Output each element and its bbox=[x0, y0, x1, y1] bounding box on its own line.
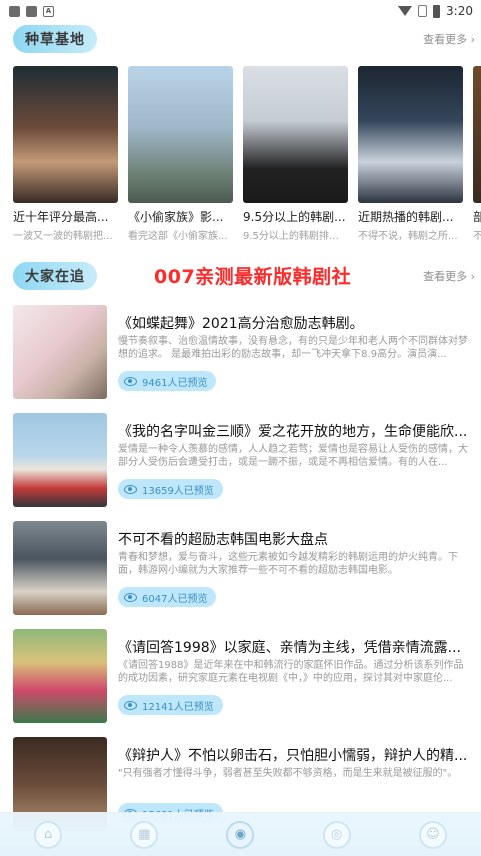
view-more-link[interactable]: 查看更多 › bbox=[423, 31, 475, 47]
item-title: 《辩护人》不怕以卵击石，只怕胆小懦弱，辩护人的精... bbox=[118, 748, 468, 764]
clock: 3:20 bbox=[446, 4, 473, 18]
item-title: 《我的名字叫金三顺》爱之花开放的地方，生命便能欣... bbox=[118, 424, 468, 440]
status-bar: A 3:20 bbox=[0, 0, 481, 22]
battery-icon bbox=[433, 4, 441, 18]
item-title: 不可不看的超励志韩国电影大盘点 bbox=[118, 532, 328, 548]
views-badge: 13659人已预览 bbox=[118, 479, 223, 499]
card-title: 近十年评分最高... bbox=[13, 210, 109, 224]
status-left: A bbox=[9, 5, 54, 17]
item-title: 《请回答1998》以家庭、亲情为主线，凭借亲情流露... bbox=[118, 640, 461, 656]
eye-icon bbox=[124, 484, 137, 494]
item-description: 慢节奏叙事、治愈温情故事，没有悬念，有的只是少年和老人两个不同群体对梦想的追求。… bbox=[118, 336, 468, 360]
list-item[interactable]: 不可不看的超励志韩国电影大盘点 青春和梦想，爱与奋斗，这些元素被如今越发精彩的韩… bbox=[13, 521, 475, 615]
views-count: 12141人已预览 bbox=[142, 701, 214, 713]
thumbnail-image bbox=[13, 629, 107, 723]
eye-icon bbox=[124, 376, 137, 386]
card-title: 部 bbox=[473, 208, 481, 225]
card[interactable]: 部 不 bbox=[473, 66, 481, 246]
thumbnail-image bbox=[13, 305, 107, 399]
section-title: 大家在追 bbox=[13, 262, 97, 290]
thumbnail-image bbox=[13, 521, 107, 615]
section-title: 种草基地 bbox=[13, 25, 97, 53]
poster-image bbox=[128, 66, 233, 203]
promo-banner-text: 007亲测最新版韩剧社 bbox=[154, 266, 352, 288]
views-count: 9461人已预览 bbox=[142, 377, 208, 389]
card-title: 9.5分以上的韩剧... bbox=[243, 210, 346, 224]
item-description: 青春和梦想，爱与奋斗，这些元素被如今越发精彩的韩剧运用的炉火纯青。下面，韩游网小… bbox=[118, 552, 458, 576]
notification-icon bbox=[26, 5, 37, 17]
card-subtitle: 不 bbox=[473, 227, 481, 242]
card-subtitle: 9.5分以上的韩剧排名... bbox=[243, 231, 348, 242]
list-item[interactable]: 《如蝶起舞》2021高分治愈励志韩剧。 慢节奏叙事、治愈温情故事，没有悬念，有的… bbox=[13, 305, 475, 399]
item-description: "只有强者才懂得斗争，弱者甚至失败都不够资格，而是生来就是被征服的"。 bbox=[118, 768, 458, 779]
card-title: 《小偷家族》影... bbox=[128, 210, 224, 224]
status-right: 3:20 bbox=[398, 4, 473, 18]
card[interactable]: 《小偷家族》影... 看完这部《小偷家族... bbox=[128, 66, 233, 246]
card-subtitle: 看完这部《小偷家族... bbox=[128, 231, 228, 242]
a-icon: A bbox=[43, 5, 54, 17]
views-badge: 9461人已预览 bbox=[118, 371, 217, 391]
item-description: 《请回答1988》是近年来在中和韩流行的家庭怀旧作品。通过分析该系列作品的成功因… bbox=[118, 660, 464, 684]
profile-icon[interactable]: ☺ bbox=[418, 820, 447, 849]
card[interactable]: 近十年评分最高... 一波又一波的韩剧把... bbox=[13, 66, 118, 246]
views-count: 6047人已预览 bbox=[142, 593, 208, 605]
card[interactable]: 9.5分以上的韩剧... 9.5分以上的韩剧排名... bbox=[243, 66, 348, 246]
list-item[interactable]: 《我的名字叫金三顺》爱之花开放的地方，生命便能欣... 爱情是一种令人羡慕的感情… bbox=[13, 413, 475, 507]
home-icon[interactable]: ⌂ bbox=[34, 820, 63, 849]
views-badge: 6047人已预览 bbox=[118, 587, 217, 607]
card-subtitle: 不得不说，韩剧之所... bbox=[358, 231, 458, 242]
card-subtitle: 一波又一波的韩剧把... bbox=[13, 231, 113, 242]
sim-icon bbox=[418, 5, 428, 17]
card[interactable]: 近期热播的韩剧... 不得不说，韩剧之所... bbox=[358, 66, 463, 246]
notification-icon bbox=[9, 5, 20, 17]
wifi-icon bbox=[398, 6, 413, 16]
thumbnail-image bbox=[13, 413, 107, 507]
card-title: 近期热播的韩剧... bbox=[358, 210, 454, 224]
list-item[interactable]: 《请回答1998》以家庭、亲情为主线，凭借亲情流露... 《请回答1988》是近… bbox=[13, 629, 475, 723]
category-icon[interactable]: ▦ bbox=[130, 820, 159, 849]
views-badge: 12141人已预览 bbox=[118, 695, 223, 715]
bottom-navigation: ⌂ ▦ ◉ ◎ ☺ bbox=[0, 812, 481, 856]
views-count: 13659人已预览 bbox=[142, 485, 214, 497]
section-header-grass: 种草基地 查看更多 › bbox=[13, 24, 475, 54]
poster-image bbox=[473, 66, 481, 203]
location-icon[interactable]: ◎ bbox=[322, 820, 351, 849]
poster-image bbox=[243, 66, 348, 203]
discover-icon[interactable]: ◉ bbox=[226, 820, 255, 849]
item-description: 爱情是一种令人羡慕的感情，人人趋之若骛；爱情也是容易让人受伤的感情，大部分人受伤… bbox=[118, 444, 468, 468]
recommend-carousel[interactable]: 近十年评分最高... 一波又一波的韩剧把... 《小偷家族》影... 看完这部《… bbox=[13, 66, 481, 246]
eye-icon bbox=[124, 592, 137, 602]
eye-icon bbox=[124, 700, 137, 710]
poster-image bbox=[358, 66, 463, 203]
poster-image bbox=[13, 66, 118, 203]
view-more-link[interactable]: 查看更多 › bbox=[423, 268, 475, 284]
item-title: 《如蝶起舞》2021高分治愈励志韩剧。 bbox=[118, 316, 364, 332]
